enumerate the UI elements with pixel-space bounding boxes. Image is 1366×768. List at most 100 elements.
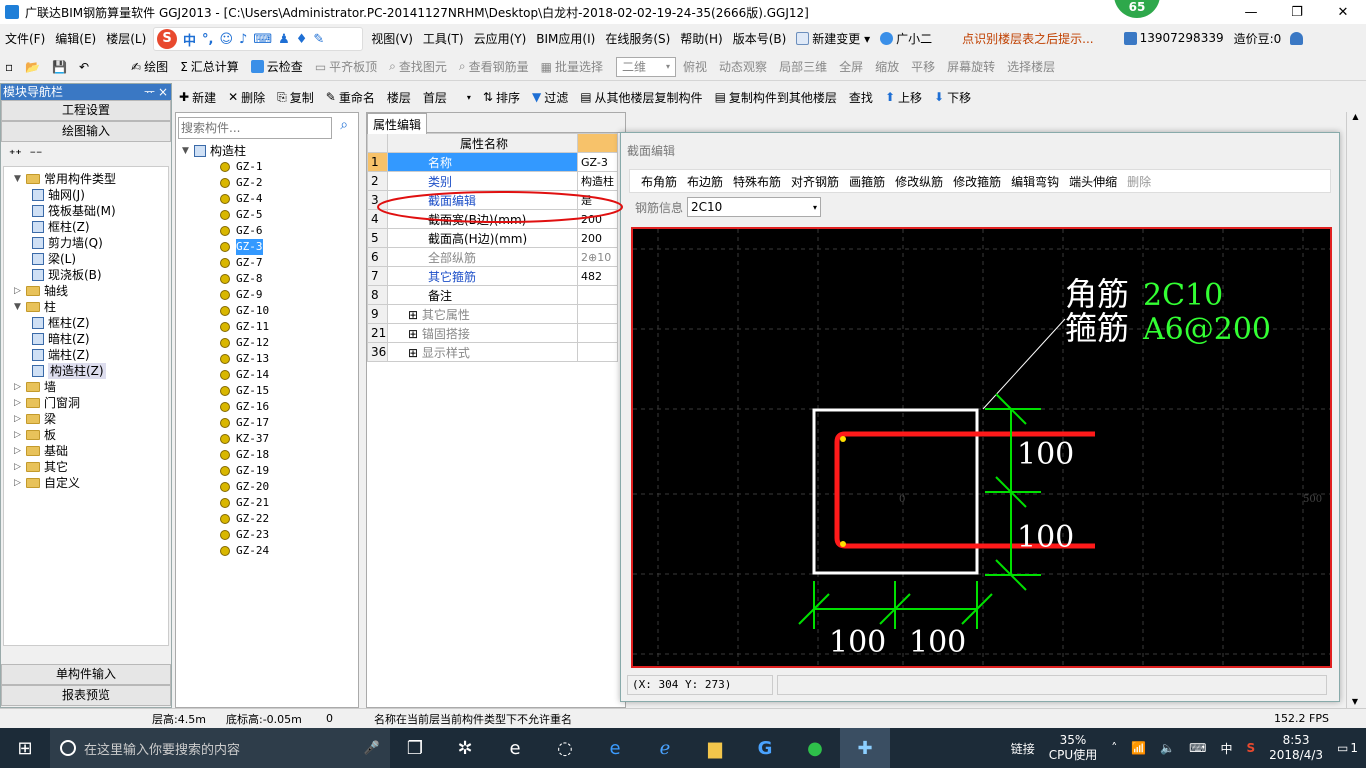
menu-floor[interactable]: 楼层(L) — [101, 30, 151, 47]
chevron-right-icon[interactable]: ▷ — [14, 395, 26, 411]
open-file-icon[interactable]: 📂 — [20, 60, 45, 74]
property-value[interactable] — [577, 342, 618, 362]
find-button[interactable]: 查找 — [844, 89, 878, 106]
menu-online[interactable]: 在线服务(S) — [600, 30, 675, 47]
cost-beans[interactable]: 造价豆:0 — [1229, 30, 1287, 47]
nav-folder[interactable]: ▼ 常用构件类型 — [4, 171, 168, 187]
top-view-button[interactable]: 俯视 — [678, 58, 712, 75]
sogou-tray-icon[interactable]: S — [1246, 741, 1255, 755]
save-icon[interactable]: 💾 — [47, 60, 72, 74]
copy-to-floor-button[interactable]: ▤ 复制构件到其他楼层 — [710, 89, 842, 106]
modify-long-rebar-button[interactable]: 修改纵筋 — [890, 173, 948, 190]
nav-item[interactable]: 框柱(Z) — [4, 219, 168, 235]
network-icon[interactable]: 📶 — [1131, 741, 1146, 755]
keyboard-tray-icon[interactable]: ⌨ — [1189, 741, 1206, 755]
component-item[interactable]: GZ-9 — [182, 287, 358, 303]
keyboard-icon[interactable]: ⌨ — [253, 32, 272, 47]
nav-folder[interactable]: ▷ 墙 — [4, 379, 168, 395]
nav-folder[interactable]: ▷ 轴线 — [4, 283, 168, 299]
undo-icon[interactable]: ↶ — [74, 60, 94, 74]
nav-item[interactable]: 框柱(Z) — [4, 315, 168, 331]
nav-item[interactable]: 轴网(J) — [4, 187, 168, 203]
collapse-all-icon[interactable]: ⁻⁻ — [30, 147, 43, 161]
skin-icon[interactable]: ♟ — [278, 32, 290, 47]
user-account[interactable]: 13907298339 — [1119, 31, 1229, 45]
align-rebar-button[interactable]: 对齐钢筋 — [786, 173, 844, 190]
move-up-button[interactable]: ⬆ 上移 — [880, 89, 927, 106]
windows-start-icon[interactable]: ⊞ — [0, 728, 50, 768]
menu-version[interactable]: 版本号(B) — [728, 30, 792, 47]
bell-icon[interactable] — [1290, 31, 1304, 45]
clock[interactable]: 8:53 2018/4/3 — [1269, 733, 1323, 763]
property-row[interactable]: 5 截面高(H边)(mm) 200 — [367, 228, 618, 248]
dynamic-view-button[interactable]: 动态观察 — [714, 58, 772, 75]
property-value[interactable] — [577, 304, 618, 324]
chevron-right-icon[interactable]: ▷ — [14, 443, 26, 459]
expand-icon[interactable]: ⊞ — [408, 327, 422, 341]
scroll-up-icon[interactable]: ▲ — [1347, 112, 1364, 121]
menu-edit[interactable]: 编辑(E) — [50, 30, 101, 47]
new-change-menu[interactable]: 新建变更 ▾ — [791, 30, 875, 47]
ggj-app-icon[interactable]: ✚ — [840, 728, 890, 768]
property-row[interactable]: 2 类别 构造柱 — [367, 171, 618, 191]
property-value[interactable] — [577, 323, 618, 343]
right-scrollbar[interactable]: ▲ ▼ — [1346, 112, 1364, 708]
pin-icon[interactable]: ᅲ — [144, 84, 155, 100]
chevron-right-icon[interactable]: ▷ — [14, 427, 26, 443]
component-item[interactable]: GZ-2 — [182, 175, 358, 191]
chevron-down-icon[interactable]: ▼ — [14, 171, 26, 187]
property-row[interactable]: 6 全部纵筋 2⊕10 — [367, 247, 618, 267]
move-down-button[interactable]: ⬇ 下移 — [929, 89, 976, 106]
batch-select-button[interactable]: ▦ 批量选择 — [536, 58, 608, 75]
delete-component-button[interactable]: ✕ 删除 — [223, 89, 270, 106]
new-component-button[interactable]: ✚ 新建 — [174, 89, 221, 106]
property-row[interactable]: 9 ⊞ 其它属性 — [367, 304, 618, 324]
component-item[interactable]: GZ-15 — [182, 383, 358, 399]
swirl-app-icon[interactable]: ◌ — [540, 728, 590, 768]
view-rebar-button[interactable]: ⌕ 查看钢筋量 — [454, 58, 534, 75]
flat-top-button[interactable]: ▭ 平齐板顶 — [310, 58, 382, 75]
chevron-right-icon[interactable]: ▷ — [14, 459, 26, 475]
component-item[interactable]: GZ-12 — [182, 335, 358, 351]
restore-button[interactable]: ❐ — [1274, 0, 1320, 24]
component-root[interactable]: ▼ 构造柱 — [182, 143, 358, 159]
property-value[interactable] — [577, 285, 618, 305]
property-value[interactable]: 是 — [577, 190, 618, 210]
component-item[interactable]: GZ-11 — [182, 319, 358, 335]
menu-cloud[interactable]: 云应用(Y) — [469, 30, 532, 47]
modify-stirrup-button[interactable]: 修改箍筋 — [948, 173, 1006, 190]
tab-properties[interactable]: 属性编辑 — [367, 113, 428, 134]
nav-folder[interactable]: ▷ 梁 — [4, 411, 168, 427]
property-value[interactable]: GZ-3 — [577, 152, 618, 172]
nav-folder[interactable]: ▷ 门窗洞 — [4, 395, 168, 411]
nav-item[interactable]: 剪力墙(Q) — [4, 235, 168, 251]
nav-item[interactable]: 筏板基础(M) — [4, 203, 168, 219]
link-label[interactable]: 链接 — [1011, 740, 1035, 757]
menu-file[interactable]: 文件(F) — [0, 30, 50, 47]
local-3d-button[interactable]: 局部三维 — [774, 58, 832, 75]
component-item[interactable]: GZ-8 — [182, 271, 358, 287]
chevron-right-icon[interactable]: ▷ — [14, 411, 26, 427]
chevron-right-icon[interactable]: ▷ — [14, 283, 26, 299]
ie-icon[interactable]: e — [490, 728, 540, 768]
property-value[interactable]: 482 — [577, 266, 618, 286]
cpu-meter[interactable]: 35% CPU使用 — [1049, 733, 1097, 763]
component-item[interactable]: GZ-22 — [182, 511, 358, 527]
edge-icon[interactable]: e — [590, 728, 640, 768]
tip-text[interactable]: 点识别楼层表之后提示... — [957, 30, 1098, 47]
property-value[interactable]: 200 — [577, 209, 618, 229]
assistant-menu[interactable]: 广小二 — [875, 30, 937, 47]
emoji-icon[interactable]: ☺ — [219, 32, 233, 47]
folder-icon[interactable]: ▆ — [690, 728, 740, 768]
sum-button[interactable]: Σ 汇总计算 — [175, 58, 244, 75]
component-item[interactable]: GZ-19 — [182, 463, 358, 479]
component-item[interactable]: GZ-17 — [182, 415, 358, 431]
expand-icon[interactable]: ⊞ — [408, 308, 422, 322]
menu-help[interactable]: 帮助(H) — [675, 30, 727, 47]
component-item[interactable]: GZ-5 — [182, 207, 358, 223]
chevron-down-icon[interactable]: ▼ — [14, 299, 26, 315]
select-floor-button[interactable]: 选择楼层 — [1002, 58, 1060, 75]
menu-tools[interactable]: 工具(T) — [418, 30, 469, 47]
search-icon[interactable]: ⌕ — [332, 117, 356, 139]
wrench-icon[interactable]: ✎ — [313, 32, 324, 47]
